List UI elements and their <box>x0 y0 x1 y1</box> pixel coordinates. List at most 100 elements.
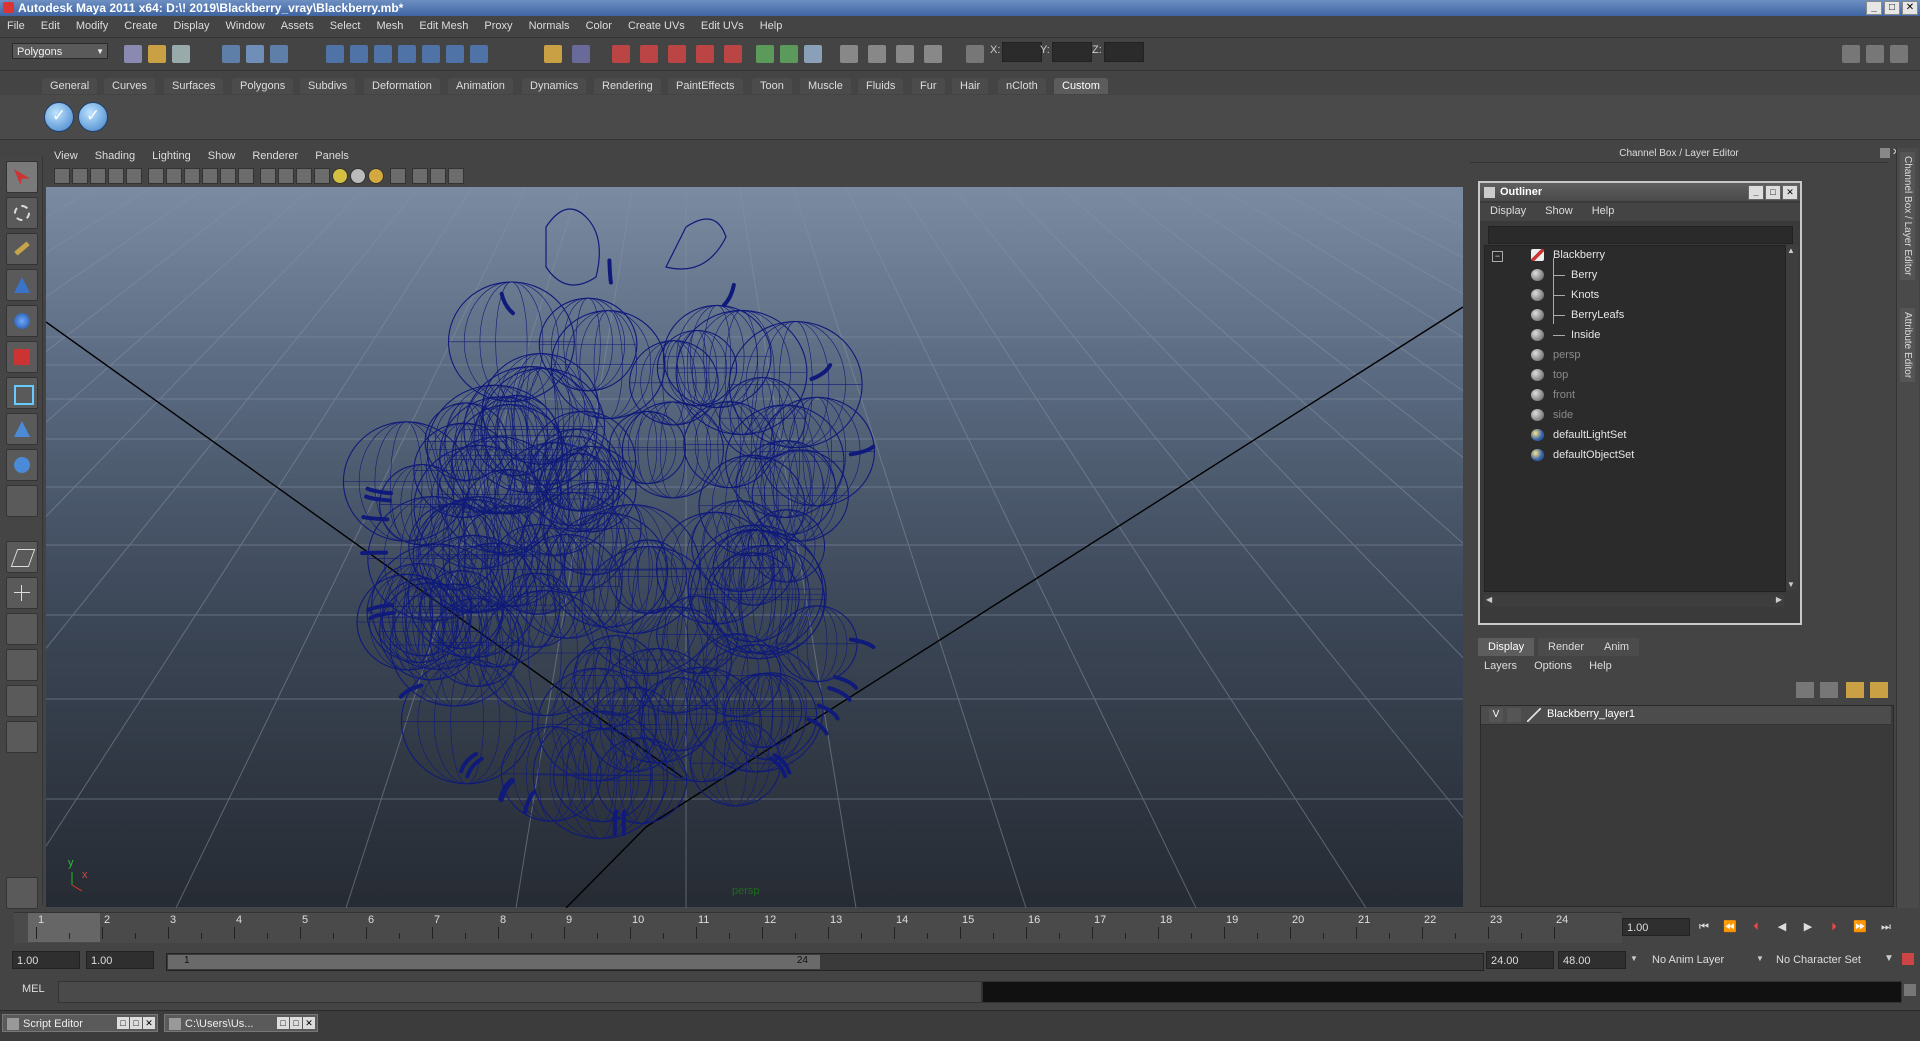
outliner-item-defaultlightset[interactable]: defaultLightSet <box>1531 426 1781 444</box>
z-field[interactable] <box>1104 42 1144 62</box>
new-layer-selected-icon[interactable] <box>1820 682 1838 698</box>
help-icon[interactable] <box>470 45 488 63</box>
select-component-icon[interactable] <box>270 45 288 63</box>
xray-icon[interactable] <box>412 168 428 184</box>
image-plane-icon[interactable] <box>108 168 124 184</box>
outliner-close-button[interactable]: ✕ <box>1782 185 1798 200</box>
chevron-down-icon[interactable]: ▼ <box>1630 954 1638 963</box>
shelf-tab-surfaces[interactable]: Surfaces <box>164 78 223 94</box>
paint-select-tool-icon[interactable] <box>6 233 38 265</box>
film-gate-icon[interactable] <box>166 168 182 184</box>
menu-help[interactable]: Help <box>753 17 789 32</box>
close-button[interactable]: ✕ <box>143 1017 155 1029</box>
select-object-icon[interactable] <box>246 45 264 63</box>
brush-icon[interactable] <box>6 877 38 909</box>
chevron-down-icon[interactable]: ▼ <box>1756 954 1764 963</box>
smooth-shading-icon[interactable] <box>278 168 294 184</box>
range-bar[interactable]: 1 24 <box>166 953 1484 971</box>
shelf-tab-curves[interactable]: Curves <box>104 78 155 94</box>
menu-mesh[interactable]: Mesh <box>369 17 409 32</box>
menu-assets[interactable]: Assets <box>274 17 320 32</box>
outliner-filter-field[interactable] <box>1488 226 1793 244</box>
layer-tab-anim[interactable]: Anim <box>1594 638 1639 656</box>
textured-icon[interactable] <box>314 168 330 184</box>
outliner-item-inside[interactable]: Inside <box>1531 326 1781 344</box>
step-back-frame-icon[interactable]: ⏪ <box>1722 920 1738 934</box>
lock-icon[interactable] <box>544 45 562 63</box>
select-tool-icon[interactable] <box>6 161 38 193</box>
maximize-button[interactable]: □ <box>130 1017 142 1029</box>
menu-color[interactable]: Color <box>579 17 618 32</box>
absolute-transform-icon[interactable] <box>924 45 942 63</box>
menu-window[interactable]: Window <box>219 17 271 32</box>
outliner-title-bar[interactable]: Outliner _ □ ✕ <box>1480 183 1800 201</box>
attribute-editor-toggle-icon[interactable] <box>1866 45 1884 63</box>
four-view-layout-icon[interactable] <box>6 577 38 609</box>
persp-outliner-layout-icon[interactable] <box>6 613 38 645</box>
side-tab-attribute-editor[interactable]: Attribute Editor <box>1900 308 1915 382</box>
snap-view-plane-icon[interactable] <box>398 45 416 63</box>
scale-tool-icon[interactable] <box>6 341 38 373</box>
step-back-key-icon[interactable]: ⏴ <box>1748 920 1764 934</box>
transform-icon[interactable] <box>896 45 914 63</box>
layer-row[interactable]: V Blackberry_layer1 <box>1481 706 1891 725</box>
anim-layer-selector[interactable]: No Anim Layer <box>1648 951 1754 969</box>
outliner-item-front[interactable]: front <box>1531 386 1781 404</box>
resolution-gate-icon[interactable] <box>184 168 200 184</box>
shelf-tab-general[interactable]: General <box>42 78 97 94</box>
outliner-item-berryleafs[interactable]: BerryLeafs <box>1531 306 1781 324</box>
xray-joints-icon[interactable] <box>430 168 446 184</box>
scroll-down-icon[interactable]: ▼ <box>1787 580 1795 589</box>
persp-graph-layout-icon[interactable] <box>6 649 38 681</box>
menu-proxy[interactable]: Proxy <box>477 17 518 32</box>
shelf-tab-polygons[interactable]: Polygons <box>232 78 293 94</box>
outliner-item-top[interactable]: top <box>1531 366 1781 384</box>
playback-end-field[interactable]: 24.00 <box>1486 951 1554 969</box>
menu-edit[interactable]: Edit <box>34 17 66 32</box>
viewport-menu-show[interactable]: Show <box>200 148 242 162</box>
history-icon[interactable] <box>446 45 464 63</box>
taskbar-script-editor[interactable]: Script Editor □□✕ <box>2 1014 158 1032</box>
render-current-frame-icon[interactable] <box>612 45 630 63</box>
isolate-select-icon[interactable] <box>390 168 406 184</box>
chevron-down-icon[interactable]: ▼ <box>1884 953 1896 965</box>
layer-tab-render[interactable]: Render <box>1538 638 1594 656</box>
play-forwards-icon[interactable]: ▶ <box>1800 920 1816 934</box>
persp-graph-hypergraph-layout-icon[interactable] <box>6 721 38 753</box>
snap-live-icon[interactable] <box>422 45 440 63</box>
menu-normals[interactable]: Normals <box>522 17 576 32</box>
menu-file[interactable]: File <box>0 17 31 32</box>
shelf-tab-painteffects[interactable]: PaintEffects <box>668 78 743 94</box>
shelf-tab-fluids[interactable]: Fluids <box>858 78 903 94</box>
safe-action-icon[interactable] <box>238 168 254 184</box>
layer-tab-display[interactable]: Display <box>1478 638 1534 656</box>
animation-start-field[interactable]: 1.00 <box>12 951 80 969</box>
shadows-icon[interactable] <box>350 168 366 184</box>
output-line-icon[interactable] <box>780 45 798 63</box>
single-perspective-layout-icon[interactable] <box>6 541 38 573</box>
last-tool-slot[interactable] <box>6 485 38 517</box>
minimize-button[interactable]: _ <box>1866 1 1882 15</box>
use-all-lights-icon[interactable] <box>332 168 348 184</box>
wireframe-on-shaded-icon[interactable] <box>296 168 312 184</box>
outliner-item-defaultobjectset[interactable]: defaultObjectSet <box>1531 446 1781 464</box>
outliner-menu-show[interactable]: Show <box>1535 203 1579 217</box>
outliner-vertical-scrollbar[interactable]: ▲ ▼ <box>1786 245 1798 590</box>
numeric-input-icon[interactable] <box>966 45 984 63</box>
scroll-right-icon[interactable]: ▶ <box>1776 595 1782 604</box>
hardware-lighting-icon[interactable] <box>368 168 384 184</box>
perspective-viewport[interactable]: y x persp <box>46 187 1463 908</box>
shelf-tab-custom[interactable]: Custom <box>1054 78 1108 94</box>
script-editor-icon[interactable] <box>1904 984 1916 996</box>
scroll-left-icon[interactable]: ◀ <box>1486 595 1492 604</box>
outliner-item-blackberry[interactable]: Blackberry <box>1531 246 1781 264</box>
input-line-icon[interactable] <box>756 45 774 63</box>
command-input[interactable] <box>58 981 982 1003</box>
menu-modify[interactable]: Modify <box>69 17 114 32</box>
soft-modification-tool-icon[interactable] <box>6 413 38 445</box>
step-forward-frame-icon[interactable]: ⏩ <box>1852 920 1868 934</box>
xray-components-icon[interactable] <box>448 168 464 184</box>
snap-grid-icon[interactable] <box>326 45 344 63</box>
viewport-menu-panels[interactable]: Panels <box>307 148 355 162</box>
tool-settings-toggle-icon[interactable] <box>1890 45 1908 63</box>
